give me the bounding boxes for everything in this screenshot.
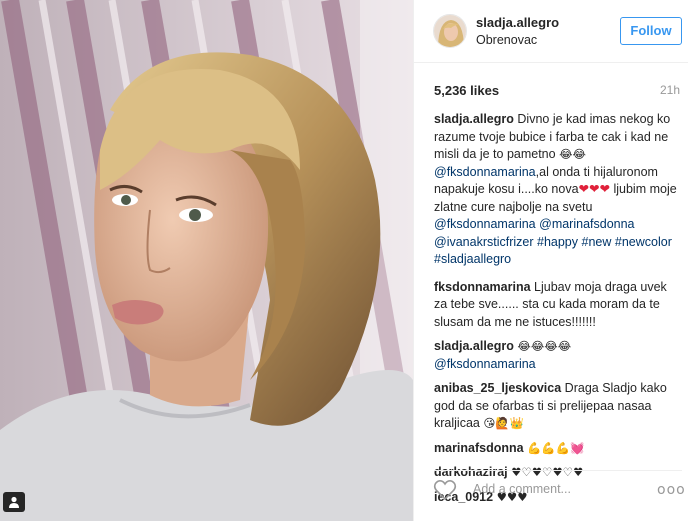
mention-link[interactable]: @ivanakrsticfrizer	[434, 235, 534, 249]
user-tag-icon[interactable]	[3, 492, 25, 512]
post-header: sladja.allegro Obrenovac Follow	[414, 0, 688, 63]
comment: anibas_25_ljeskovica Draga Sladjo kako g…	[434, 380, 682, 433]
divider	[434, 470, 682, 471]
comments-list: sladja.allegro Divno je kad imas nekog k…	[434, 111, 682, 506]
comment-emoji: 😘🙋👑	[483, 416, 524, 430]
post-time[interactable]: 21h	[660, 83, 680, 97]
heart-outline-icon[interactable]	[433, 479, 457, 501]
comment-emoji: 😂😂😂😂	[517, 339, 572, 353]
location-link[interactable]: Obrenovac	[476, 33, 537, 47]
avatar[interactable]	[433, 14, 467, 48]
comment-author[interactable]: sladja.allegro	[434, 339, 514, 353]
mention-link[interactable]: @marinafsdonna	[539, 217, 634, 231]
comment: sladja.allegro 😂😂😂😂 @fksdonnamarina	[434, 338, 682, 373]
comment-emoji: 💪💪💪💓	[527, 440, 585, 455]
hashtag-link[interactable]: #happy	[537, 235, 578, 249]
comment-author[interactable]: anibas_25_ljeskovica	[434, 381, 561, 395]
add-comment-input[interactable]: Add a comment...	[473, 482, 571, 496]
person-glyph	[9, 496, 19, 508]
post-sidebar: sladja.allegro Obrenovac Follow 5,236 li…	[413, 0, 688, 521]
comment-text: ♥♡♥♡♥♡♥	[511, 465, 584, 479]
mention-link[interactable]: @fksdonnamarina	[434, 165, 536, 179]
heart-emoji: ❤❤❤	[578, 182, 610, 196]
avatar-image	[434, 15, 466, 47]
post-photo[interactable]	[0, 0, 413, 521]
caption-emoji: 😂😂	[559, 147, 586, 161]
hashtag-link[interactable]: #sladjaallegro	[434, 252, 511, 266]
selfie-image	[0, 0, 413, 521]
username-link[interactable]: sladja.allegro	[476, 15, 559, 30]
mention-link[interactable]: @fksdonnamarina	[434, 357, 536, 371]
comment: fksdonnamarina Ljubav moja draga uvek za…	[434, 279, 682, 332]
ellipsis-icon[interactable]: ooo	[657, 482, 686, 498]
comment: marinafsdonna 💪💪💪💓	[434, 440, 682, 458]
hashtag-link[interactable]: #new	[582, 235, 612, 249]
hashtag-link[interactable]: #newcolor	[615, 235, 672, 249]
comment-author[interactable]: marinafsdonna	[434, 441, 524, 455]
comment-bar: Add a comment... ooo	[414, 478, 688, 502]
likes-count[interactable]: 5,236 likes	[434, 83, 499, 98]
instagram-post: sladja.allegro Obrenovac Follow 5,236 li…	[0, 0, 688, 521]
comment-author[interactable]: sladja.allegro	[434, 112, 514, 126]
follow-button[interactable]: Follow	[620, 17, 682, 45]
comment-author[interactable]: fksdonnamarina	[434, 280, 531, 294]
comment-author[interactable]: darkohaziraj	[434, 465, 508, 479]
mention-link[interactable]: @fksdonnamarina	[434, 217, 536, 231]
caption: sladja.allegro Divno je kad imas nekog k…	[434, 111, 682, 269]
